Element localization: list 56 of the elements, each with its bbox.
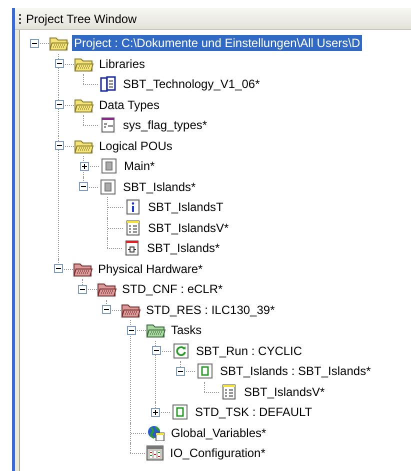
list-document-icon — [221, 384, 237, 400]
info-icon — [125, 199, 141, 216]
tree-item-label[interactable]: SBT_IslandsV* — [146, 220, 231, 236]
collapse-toggle[interactable] — [54, 59, 64, 68]
folder-icon — [74, 138, 94, 154]
tree-item-label[interactable]: Tasks — [169, 322, 204, 338]
list-document-icon — [125, 220, 141, 236]
expand-toggle[interactable] — [80, 162, 88, 171]
square-icon — [197, 363, 213, 380]
window-title: Project Tree Window — [26, 10, 137, 28]
collapse-toggle[interactable] — [54, 264, 62, 274]
tree-item-label[interactable]: Data Types — [97, 96, 162, 113]
io-panel-icon — [146, 445, 164, 462]
tree-item-label[interactable]: SBT_Islands : SBT_Islands* — [218, 363, 373, 380]
tree-item-label[interactable]: Physical Hardware* — [96, 260, 205, 277]
folder-icon — [73, 260, 93, 277]
tree-item-label[interactable]: Libraries — [97, 56, 148, 72]
book-icon — [99, 76, 117, 92]
tree-item-label[interactable]: Project : C:\Dokumente und Einstellungen\All Users\D — [72, 35, 362, 52]
tree-item-label[interactable]: STD_RES : ILC130_39* — [144, 302, 277, 318]
code-document-icon — [124, 240, 140, 256]
collapse-toggle[interactable] — [152, 346, 160, 356]
collapse-toggle[interactable] — [54, 141, 64, 150]
tree-item-label[interactable]: STD_CNF : eCLR* — [120, 281, 225, 298]
collapse-toggle[interactable] — [78, 284, 86, 294]
folder-icon — [74, 96, 94, 113]
tree-item-label[interactable]: SBT_IslandsV* — [242, 384, 327, 400]
tree-item-label[interactable]: Main* — [122, 158, 157, 174]
tree-item-label[interactable]: SBT_Islands* — [121, 178, 198, 195]
tree-item-label[interactable]: SBT_IslandsT — [146, 199, 226, 216]
tree-item-label[interactable]: SBT_Run : CYCLIC — [194, 342, 304, 359]
collapse-toggle[interactable] — [54, 100, 64, 110]
tree-item-label[interactable]: STD_TSK : DEFAULT — [193, 404, 314, 420]
cycle-icon — [173, 342, 189, 359]
tree-item-label[interactable]: Logical POUs — [97, 138, 174, 154]
collapse-toggle[interactable] — [126, 326, 136, 335]
folder-icon — [49, 35, 69, 52]
tree-item-label[interactable]: SBT_Technology_V1_06* — [121, 76, 262, 92]
folder-icon — [74, 56, 94, 72]
tree-item-label[interactable]: Global_Variables* — [169, 424, 268, 441]
square-icon — [101, 158, 117, 174]
folder-icon — [97, 281, 117, 298]
tree-item-label[interactable]: IO_Configuration* — [168, 445, 268, 462]
globe-icon — [147, 424, 165, 441]
collapse-toggle[interactable] — [176, 366, 184, 376]
document-icon — [100, 117, 116, 134]
tree-item-label[interactable]: SBT_Islands* — [145, 240, 222, 256]
folder-icon — [146, 322, 166, 338]
expand-toggle[interactable] — [150, 408, 160, 417]
collapse-toggle[interactable] — [78, 182, 88, 192]
square-icon — [172, 404, 188, 420]
tree-item-label[interactable]: sys_flag_types* — [121, 117, 210, 134]
collapse-toggle[interactable] — [102, 305, 110, 314]
square-icon — [100, 178, 116, 195]
folder-icon — [121, 302, 141, 318]
collapse-toggle[interactable] — [30, 38, 38, 48]
